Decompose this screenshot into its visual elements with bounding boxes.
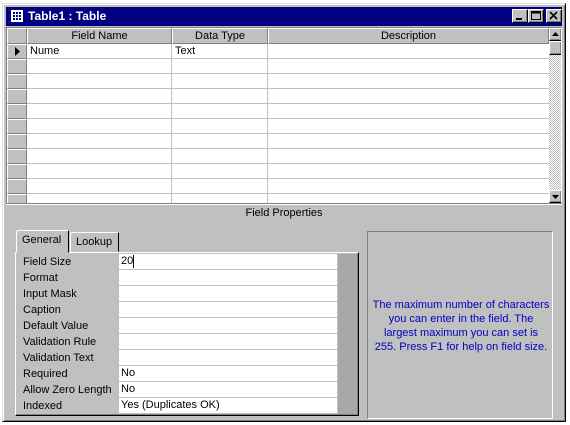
close-icon [549, 11, 558, 20]
text-cursor [133, 255, 134, 268]
help-panel: The maximum number of characters you can… [367, 231, 553, 419]
grid-line [27, 193, 549, 194]
triangle-right-icon [15, 47, 20, 56]
field-name-cell[interactable]: Nume [30, 44, 59, 59]
data-type-cell[interactable]: Text [175, 44, 195, 59]
minimize-icon [516, 18, 522, 20]
table-icon [11, 10, 23, 22]
grid-line [27, 118, 549, 119]
format-input[interactable] [119, 270, 337, 285]
field-size-input[interactable]: 20 [119, 254, 337, 269]
scroll-up-button[interactable] [549, 28, 561, 41]
row-selector[interactable] [7, 179, 27, 194]
property-label-required: Required [23, 368, 68, 380]
table-design-window: Table1 : Table Field Name Data Type Desc… [2, 3, 566, 422]
allow-zero-length-input[interactable]: No [119, 382, 337, 397]
properties-scroll-area [338, 254, 357, 414]
property-label-format: Format [23, 272, 58, 284]
grid-line [27, 133, 549, 134]
row-selector[interactable] [7, 74, 27, 89]
property-label-field-size: Field Size [23, 256, 72, 268]
scroll-down-button[interactable] [549, 190, 561, 203]
grid-corner[interactable] [7, 28, 27, 44]
required-input[interactable]: No [119, 366, 337, 381]
property-label-caption: Caption [23, 304, 61, 316]
field-properties-label: Field Properties [245, 207, 323, 219]
property-label-validation-rule: Validation Rule [23, 336, 97, 348]
row-selector[interactable] [7, 164, 27, 179]
column-header-field-name[interactable]: Field Name [27, 28, 172, 44]
grid-line [27, 163, 549, 164]
grid-line [27, 88, 549, 89]
grid-line [27, 103, 549, 104]
grid-line [27, 73, 549, 74]
indexed-input[interactable]: Yes (Duplicates OK) [119, 398, 337, 413]
row-selector[interactable] [7, 59, 27, 74]
row-selector[interactable] [7, 149, 27, 164]
maximize-icon [531, 11, 541, 20]
validation-rule-input[interactable] [119, 334, 337, 349]
arrow-down-icon [552, 195, 559, 199]
field-design-grid[interactable]: Field Name Data Type Description Nume Te… [6, 27, 562, 204]
pane-divider[interactable] [6, 203, 562, 205]
tab-lookup-label: Lookup [76, 236, 113, 248]
maximize-button[interactable] [528, 9, 544, 23]
default-value-input[interactable] [119, 318, 337, 333]
minimize-button[interactable] [512, 9, 528, 23]
description-cell[interactable] [271, 44, 547, 59]
input-mask-input[interactable] [119, 286, 337, 301]
grid-line [27, 148, 549, 149]
property-label-default-value: Default Value [23, 320, 89, 332]
grid-vertical-scrollbar[interactable] [549, 28, 561, 203]
tab-general[interactable]: General [16, 230, 69, 253]
grid-line [27, 178, 549, 179]
tab-lookup[interactable]: Lookup [70, 232, 119, 252]
title-bar[interactable]: Table1 : Table [6, 7, 562, 26]
row-selector[interactable] [7, 104, 27, 119]
property-label-validation-text: Validation Text [23, 352, 94, 364]
row-selector-current[interactable] [7, 44, 27, 59]
property-label-input-mask: Input Mask [23, 288, 77, 300]
column-header-description[interactable]: Description [268, 28, 549, 44]
validation-text-input[interactable] [119, 350, 337, 365]
grid-line [171, 44, 172, 203]
grid-line [267, 44, 268, 203]
window-title: Table1 : Table [28, 9, 107, 23]
row-selector[interactable] [7, 89, 27, 104]
tab-general-label: General [22, 234, 62, 246]
scroll-thumb[interactable] [549, 41, 561, 55]
help-text: The maximum number of characters you can… [372, 299, 550, 353]
caption-input[interactable] [119, 302, 337, 317]
close-button[interactable] [546, 9, 562, 23]
property-label-indexed: Indexed [23, 400, 63, 412]
column-header-data-type[interactable]: Data Type [172, 28, 268, 44]
arrow-up-icon [552, 32, 559, 36]
property-label-allow-zero-length: Allow Zero Length [23, 384, 112, 396]
row-selector[interactable] [7, 134, 27, 149]
row-selector[interactable] [7, 119, 27, 134]
